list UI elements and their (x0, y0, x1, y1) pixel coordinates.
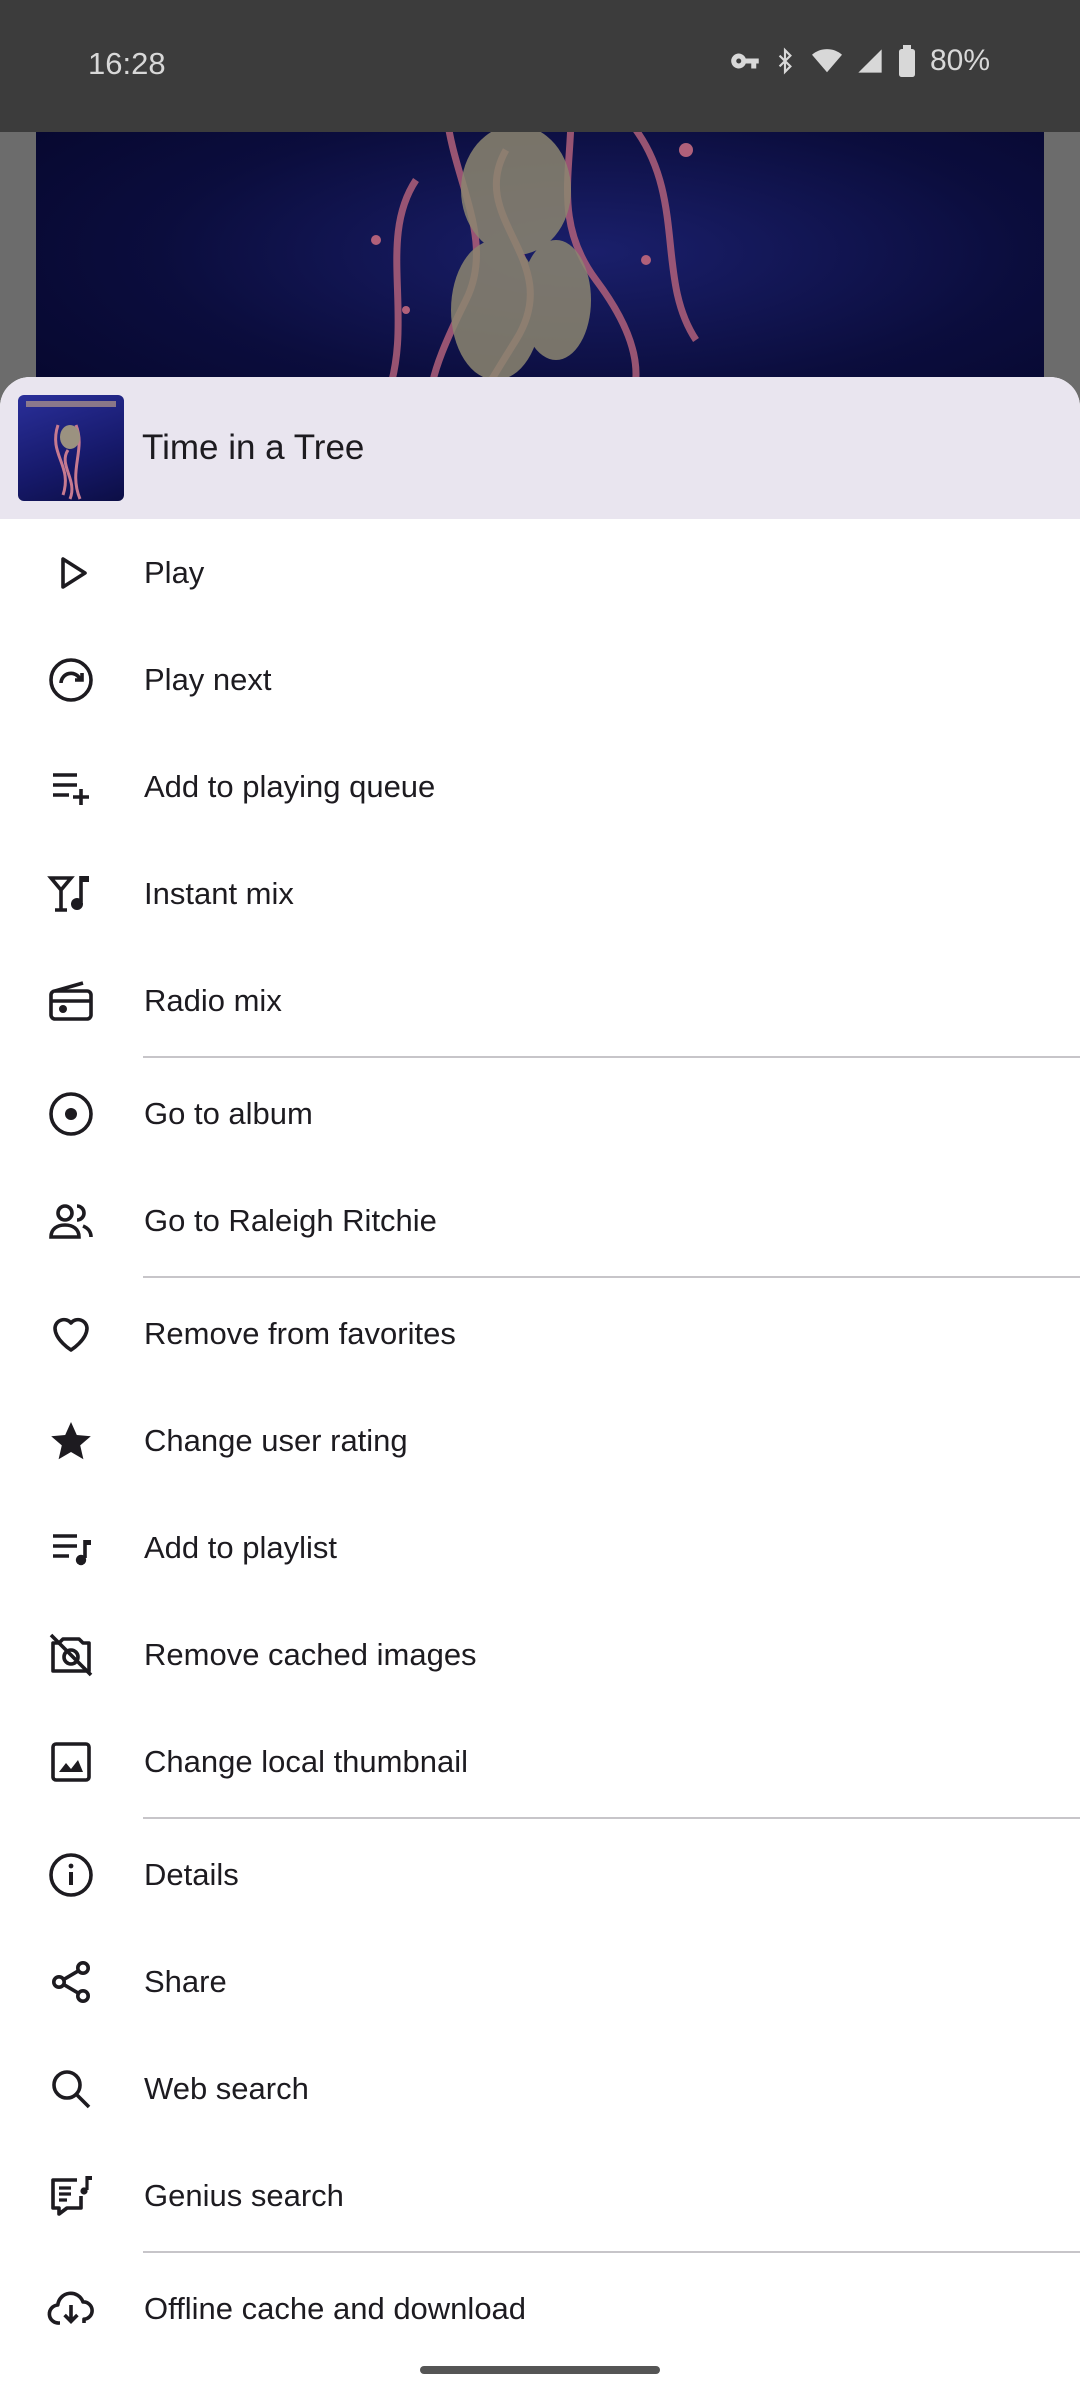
track-thumbnail (18, 395, 124, 501)
menu-item-label: Remove from favorites (144, 1315, 456, 1351)
options-menu: Play Play next Add to playing queue Inst… (0, 519, 1080, 2362)
queue-add-icon (46, 762, 96, 812)
instant-mix-icon (46, 869, 96, 919)
menu-item-remove-favorites[interactable]: Remove from favorites (0, 1280, 1080, 1387)
menu-item-label: Offline cache and download (144, 2290, 527, 2326)
menu-item-label: Change local thumbnail (144, 1743, 468, 1779)
menu-item-label: Remove cached images (144, 1636, 477, 1672)
menu-item-offline-cache[interactable]: Offline cache and download (0, 2255, 1080, 2362)
menu-item-change-rating[interactable]: Change user rating (0, 1387, 1080, 1494)
status-time: 16:28 (88, 46, 166, 81)
battery-icon (896, 45, 918, 77)
image-icon (46, 1737, 96, 1787)
menu-item-label: Radio mix (144, 982, 282, 1018)
menu-item-go-to-album[interactable]: Go to album (0, 1060, 1080, 1167)
play-next-icon (46, 655, 96, 705)
artist-icon (46, 1196, 96, 1246)
menu-item-label: Go to album (144, 1095, 313, 1131)
menu-item-label: Web search (144, 2070, 309, 2106)
menu-item-label: Add to playing queue (144, 768, 436, 804)
menu-item-label: Genius search (144, 2177, 344, 2213)
menu-item-label: Play next (144, 661, 272, 697)
cloud-download-icon (46, 2284, 96, 2334)
menu-item-web-search[interactable]: Web search (0, 2035, 1080, 2142)
menu-item-label: Share (144, 1963, 227, 1999)
star-icon (46, 1416, 96, 1466)
radio-icon (46, 976, 96, 1026)
sheet-header: Time in a Tree (0, 377, 1080, 519)
menu-item-remove-cached-images[interactable]: Remove cached images (0, 1601, 1080, 1708)
menu-item-label: Change user rating (144, 1422, 408, 1458)
sheet-title: Time in a Tree (142, 428, 365, 467)
menu-divider (143, 1276, 1080, 1278)
playlist-add-icon (46, 1523, 96, 1573)
status-icons: 80% (730, 44, 990, 78)
gesture-home-bar[interactable] (420, 2366, 660, 2374)
menu-item-share[interactable]: Share (0, 1928, 1080, 2035)
lyrics-icon (46, 2171, 96, 2221)
menu-item-label: Details (144, 1856, 239, 1892)
share-icon (46, 1957, 96, 2007)
wifi-icon (810, 46, 844, 76)
menu-item-instant-mix[interactable]: Instant mix (0, 840, 1080, 947)
menu-item-details[interactable]: Details (0, 1821, 1080, 1928)
search-icon (46, 2064, 96, 2114)
signal-icon (856, 46, 884, 76)
menu-divider (143, 2251, 1080, 2253)
menu-item-label: Play (144, 554, 205, 590)
menu-item-genius-search[interactable]: Genius search (0, 2142, 1080, 2249)
menu-item-go-to-artist[interactable]: Go to Raleigh Ritchie (0, 1167, 1080, 1274)
menu-item-label: Go to Raleigh Ritchie (144, 1202, 437, 1238)
menu-item-add-to-playlist[interactable]: Add to playlist (0, 1494, 1080, 1601)
battery-percent: 80% (929, 44, 990, 77)
menu-item-radio-mix[interactable]: Radio mix (0, 947, 1080, 1054)
no-photo-icon (46, 1630, 96, 1680)
menu-item-add-to-queue[interactable]: Add to playing queue (0, 733, 1080, 840)
bluetooth-icon (772, 46, 798, 76)
vpn-key-icon (730, 46, 760, 76)
menu-item-play-next[interactable]: Play next (0, 626, 1080, 733)
options-bottom-sheet: Time in a Tree Play Play next Add to pla… (0, 377, 1080, 2400)
menu-divider (143, 1056, 1080, 1058)
info-icon (46, 1850, 96, 1900)
menu-item-play[interactable]: Play (0, 519, 1080, 626)
status-bar: 16:28 80% (0, 0, 1080, 132)
menu-item-label: Instant mix (144, 875, 294, 911)
menu-item-label: Add to playlist (144, 1529, 337, 1565)
play-icon (46, 548, 96, 598)
album-icon (46, 1089, 96, 1139)
menu-divider (143, 1817, 1080, 1819)
heart-icon (46, 1309, 96, 1359)
menu-item-change-thumbnail[interactable]: Change local thumbnail (0, 1708, 1080, 1815)
